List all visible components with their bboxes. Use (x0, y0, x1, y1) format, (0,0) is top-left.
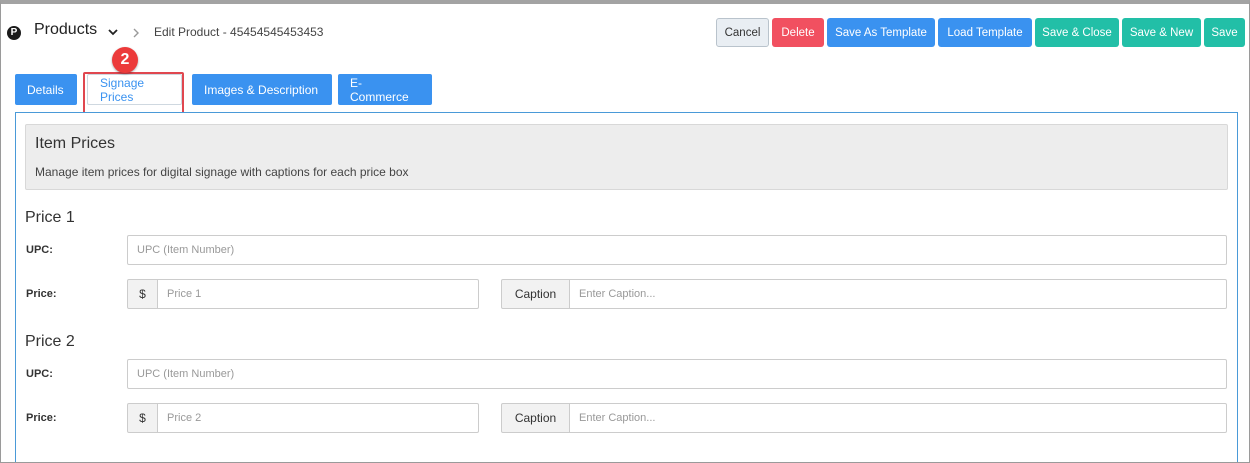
chevron-down-icon[interactable] (107, 26, 119, 38)
price-1-currency-addon: $ (127, 279, 158, 309)
price-2-caption-input[interactable]: Enter Caption... (569, 403, 1227, 433)
tab-highlight-box (83, 72, 184, 117)
save-as-template-button[interactable]: Save As Template (827, 18, 935, 47)
chevron-right-icon (133, 28, 139, 38)
price-1-caption-addon: Caption (501, 279, 570, 309)
price-1-caption-input[interactable]: Enter Caption... (569, 279, 1227, 309)
price-2-price-input[interactable]: Price 2 (157, 403, 479, 433)
load-template-button[interactable]: Load Template (938, 18, 1032, 47)
save-new-button[interactable]: Save & New (1122, 18, 1201, 47)
app-window: P Products Edit Product - 45454545453453… (0, 0, 1250, 463)
tab-details[interactable]: Details (15, 74, 77, 105)
tab-bar: Details Signage Prices Images & Descript… (15, 74, 432, 109)
info-description: Manage item prices for digital signage w… (35, 165, 409, 179)
step-badge: 2 (112, 47, 138, 73)
price-2-caption-addon: Caption (501, 403, 570, 433)
price-1-price-label: Price: (26, 288, 57, 300)
tab-images-description[interactable]: Images & Description (192, 74, 332, 105)
info-title: Item Prices (35, 135, 116, 152)
price-1-title: Price 1 (25, 209, 75, 226)
price-2-upc-label: UPC: (26, 368, 53, 380)
breadcrumb: Edit Product - 45454545453453 (154, 25, 324, 39)
cancel-button[interactable]: Cancel (716, 18, 769, 47)
price-2-currency-addon: $ (127, 403, 158, 433)
save-close-button[interactable]: Save & Close (1035, 18, 1119, 47)
signage-prices-panel: Item Prices Manage item prices for digit… (15, 112, 1238, 462)
page-header: P Products Edit Product - 45454545453453… (1, 4, 1249, 58)
price-1-upc-input[interactable]: UPC (Item Number) (127, 235, 1227, 265)
delete-button[interactable]: Delete (772, 18, 824, 47)
app-logo-icon: P (7, 26, 21, 40)
module-title[interactable]: Products (34, 21, 97, 39)
price-1-price-input[interactable]: Price 1 (157, 279, 479, 309)
price-2-price-label: Price: (26, 412, 57, 424)
toolbar: Cancel Delete Save As Template Load Temp… (716, 18, 1245, 47)
price-2-upc-input[interactable]: UPC (Item Number) (127, 359, 1227, 389)
info-box: Item Prices Manage item prices for digit… (25, 124, 1228, 190)
tab-e-commerce[interactable]: E-Commerce (338, 74, 432, 105)
price-2-title: Price 2 (25, 333, 75, 350)
price-1-upc-label: UPC: (26, 244, 53, 256)
save-button[interactable]: Save (1204, 18, 1245, 47)
